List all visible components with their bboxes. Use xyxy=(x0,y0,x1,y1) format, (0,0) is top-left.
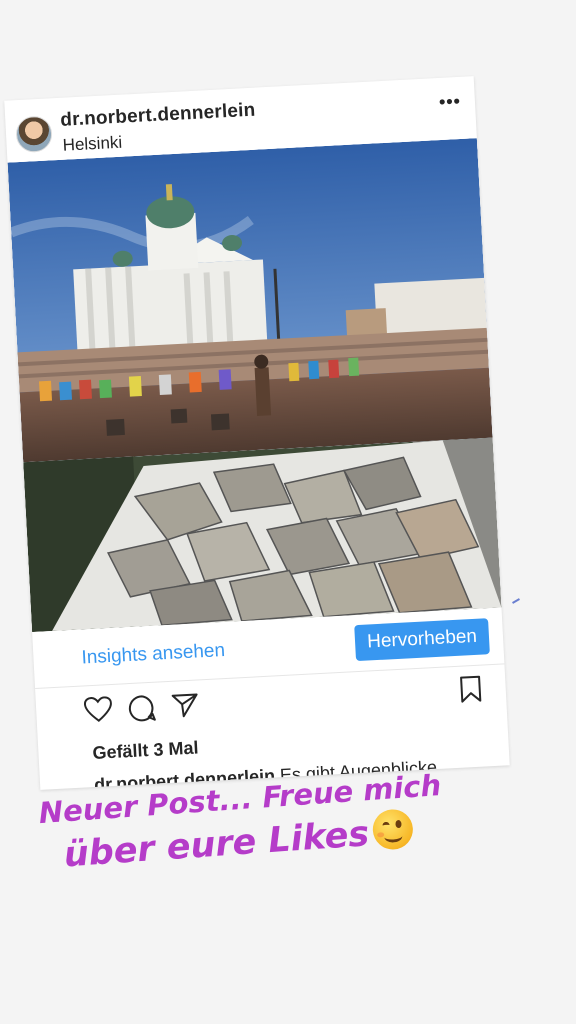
post-photo-collage[interactable] xyxy=(7,138,502,633)
helsinki-cathedral-photo xyxy=(7,138,493,463)
instagram-post-card: dr.norbert.dennerlein Helsinki ••• Insig… xyxy=(4,76,510,790)
granite-stones-photo xyxy=(23,437,502,633)
comment-icon[interactable] xyxy=(128,694,157,723)
share-icon[interactable] xyxy=(170,691,199,718)
post-location[interactable]: Helsinki xyxy=(62,133,122,156)
bookmark-icon[interactable] xyxy=(459,675,482,704)
more-dots-icon[interactable]: ••• xyxy=(438,91,461,113)
avatar[interactable] xyxy=(15,115,53,154)
heart-icon[interactable] xyxy=(83,696,113,723)
highlight-button[interactable]: Hervorheben xyxy=(354,618,490,662)
insights-link[interactable]: Insights ansehen xyxy=(81,640,226,669)
winking-face-icon xyxy=(371,808,415,851)
likes-count[interactable]: Gefällt 3 Mal xyxy=(92,738,199,765)
post-username[interactable]: dr.norbert.dennerlein xyxy=(60,100,256,132)
sparkle-mark xyxy=(512,598,520,604)
